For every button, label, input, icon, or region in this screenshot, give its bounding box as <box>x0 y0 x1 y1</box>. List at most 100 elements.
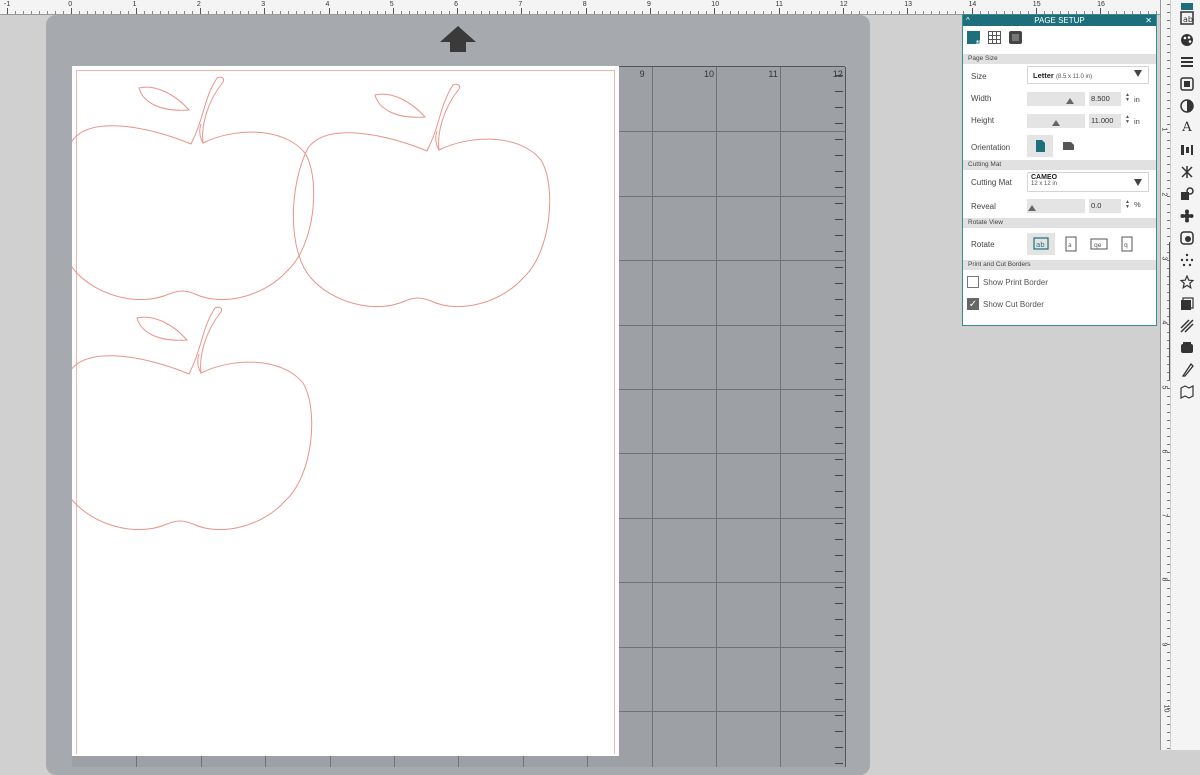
tab-page-setup[interactable] <box>967 31 980 44</box>
ruler-tick <box>119 11 121 14</box>
ruler-tick <box>183 11 185 14</box>
ruler-tick <box>561 11 563 14</box>
reveal-spinner[interactable]: ▲ ▼ <box>1125 200 1130 210</box>
portrait-icon <box>1036 140 1045 152</box>
height-row: Height 11.000 ▲ ▼ in <box>963 110 1156 132</box>
width-slider-thumb[interactable] <box>1066 98 1075 104</box>
ruler-tick <box>770 11 772 14</box>
reveal-slider[interactable] <box>1027 199 1085 213</box>
library-icon[interactable] <box>1180 297 1194 311</box>
ruler-tick <box>175 11 177 14</box>
width-spinner[interactable]: ▲ ▼ <box>1125 93 1130 103</box>
ruler-tick <box>127 11 129 14</box>
tab-grid[interactable] <box>988 31 1001 44</box>
width-input[interactable]: 8.500 <box>1089 92 1121 106</box>
mat-tick <box>835 315 843 316</box>
star-icon[interactable] <box>1179 274 1195 290</box>
ruler-tick <box>529 11 531 14</box>
ruler-number: 9 <box>647 1 651 8</box>
fill-icon[interactable] <box>1180 77 1194 91</box>
flower-icon[interactable] <box>1180 209 1194 223</box>
ruler-tick <box>352 11 354 14</box>
grid-line <box>716 67 717 767</box>
send-icon[interactable]: ab <box>1180 11 1194 25</box>
width-slider[interactable] <box>1027 92 1085 106</box>
apple-1[interactable] <box>72 76 315 301</box>
rotate-180-icon: qe <box>1090 238 1108 250</box>
reveal-input[interactable]: 0.0 <box>1089 199 1121 213</box>
map-icon[interactable] <box>1180 385 1194 399</box>
reveal-slider-thumb[interactable] <box>1028 205 1036 211</box>
rotate-0-icon: ab <box>1033 237 1049 250</box>
ruler-tick <box>288 11 290 14</box>
height-input[interactable]: 11.000 <box>1089 114 1121 128</box>
ruler-tick <box>625 11 627 14</box>
transform-icon[interactable] <box>1180 165 1194 179</box>
ruler-tick <box>907 8 909 14</box>
mat-tick <box>835 235 843 236</box>
replicate-icon[interactable] <box>1180 187 1194 201</box>
tab-background[interactable] <box>1009 31 1022 44</box>
rotate-0-button[interactable]: ab <box>1027 233 1055 255</box>
ruler-tick <box>408 11 410 14</box>
apple-3[interactable] <box>72 306 313 531</box>
palette-icon[interactable] <box>1180 33 1194 47</box>
svg-text:ab: ab <box>1183 15 1193 24</box>
cutting-mat-dropdown[interactable]: CAMEO 12 x 12 in <box>1027 172 1149 192</box>
trace-icon[interactable] <box>1180 253 1194 267</box>
text-icon[interactable]: A <box>1180 121 1194 135</box>
collapse-icon[interactable]: ^ <box>966 15 970 26</box>
ruler-tick <box>762 11 764 14</box>
show-print-border-checkbox[interactable] <box>967 276 979 288</box>
grid-number: 10 <box>704 69 715 79</box>
show-print-border-label[interactable]: Show Print Border <box>983 278 1048 287</box>
mat-tick <box>835 411 843 412</box>
chevron-down-icon <box>1134 179 1142 186</box>
ruler-tick <box>850 11 852 14</box>
ruler-tick <box>71 8 73 14</box>
apple-2[interactable] <box>292 83 551 308</box>
portrait-button[interactable] <box>1027 135 1053 157</box>
ruler-tick <box>248 11 250 14</box>
rotate-180-button[interactable]: qe <box>1087 235 1111 253</box>
ruler-tick <box>577 11 579 14</box>
show-cut-border-label[interactable]: Show Cut Border <box>983 300 1044 309</box>
height-slider-thumb[interactable] <box>1052 120 1060 126</box>
cutting-mat-row: Cutting Mat CAMEO 12 x 12 in <box>963 170 1156 194</box>
ruler-tick <box>441 11 443 14</box>
height-slider[interactable] <box>1027 114 1085 128</box>
ruler-number: 12 <box>839 1 848 8</box>
rotate-270-button[interactable]: q <box>1115 235 1139 253</box>
contrast-icon[interactable] <box>1180 99 1194 113</box>
offset-icon[interactable] <box>1180 231 1194 245</box>
align-icon[interactable] <box>1180 143 1194 157</box>
show-cut-border-checkbox[interactable]: ✓ <box>967 298 979 310</box>
ruler-number: 5 <box>389 1 394 8</box>
mat-tick <box>835 539 843 540</box>
sketch-icon[interactable] <box>1180 319 1194 333</box>
ruler-tick <box>199 8 201 14</box>
svg-text:ab: ab <box>1036 241 1045 249</box>
ruler-tick <box>666 11 668 14</box>
ruler-tick <box>650 8 651 14</box>
height-spinner[interactable]: ▲ ▼ <box>1125 115 1130 125</box>
page-tab-icon <box>975 39 980 44</box>
pen-icon[interactable] <box>1180 362 1194 377</box>
ruler-number: 11 <box>775 1 783 8</box>
rotate-90-button[interactable]: a <box>1059 235 1083 253</box>
ruler-tick <box>497 11 499 14</box>
size-dropdown[interactable]: Letter (8.5 x 11.0 in) <box>1027 66 1149 84</box>
ruler-tick <box>537 11 539 14</box>
width-row: Width 8.500 ▲ ▼ in <box>963 88 1156 110</box>
ruler-tick <box>384 11 386 14</box>
landscape-button[interactable] <box>1055 135 1081 157</box>
machine-icon[interactable] <box>1180 341 1194 355</box>
close-icon[interactable]: ✕ <box>1145 15 1152 26</box>
ruler-tick <box>545 11 547 14</box>
mat-tick <box>835 187 843 188</box>
section-page-size: Page Size <box>963 54 1156 64</box>
line-style-icon[interactable] <box>1180 55 1194 69</box>
ruler-tick <box>23 11 25 14</box>
ruler-tick <box>891 11 893 14</box>
ruler-tick <box>489 11 491 14</box>
